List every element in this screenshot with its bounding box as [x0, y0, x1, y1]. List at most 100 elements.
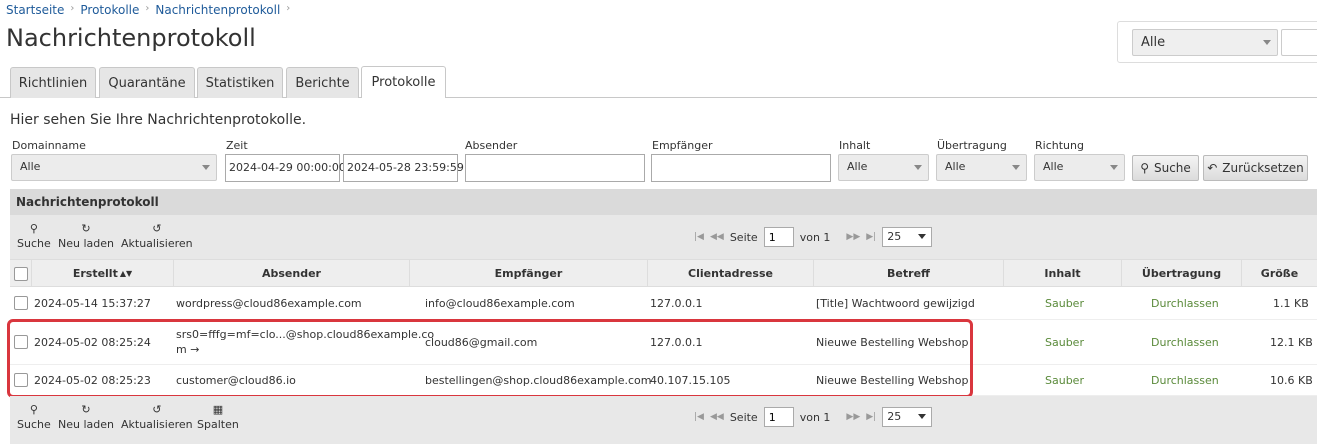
recipient-input[interactable] [651, 154, 831, 182]
col-erstellt[interactable]: Erstellt ▲▼ [32, 260, 174, 287]
col-clientadresse[interactable]: Clientadresse [648, 260, 814, 287]
columns-icon: ▦ [212, 403, 224, 416]
prev-page-icon[interactable]: ◀◀ [710, 232, 724, 242]
time-to-input[interactable]: 2024-05-28 23:59:59 [343, 154, 464, 182]
page-label: Seite [729, 230, 758, 244]
domain-select[interactable]: Alle [11, 154, 217, 181]
last-page-icon[interactable]: ▶| [866, 412, 876, 422]
page-of-label: von 1 [799, 410, 831, 424]
top-input[interactable] [1281, 29, 1317, 56]
first-page-icon[interactable]: |◀ [694, 232, 704, 242]
top-select-value: Alle [1141, 35, 1166, 50]
col-inhalt[interactable]: Inhalt [1004, 260, 1122, 287]
reset-button[interactable]: ↶ Zurücksetzen [1203, 155, 1308, 181]
tab-richtlinien[interactable]: Richtlinien [10, 67, 96, 98]
direction-select[interactable]: Alle [1034, 154, 1125, 181]
cell-sender: wordpress@cloud86example.com [176, 297, 362, 310]
tab-statistiken[interactable]: Statistiken [197, 67, 283, 98]
chevron-right-icon: › [70, 3, 75, 14]
toolbar-search-label: Suche [17, 237, 51, 250]
col-groesse[interactable]: Größe [1242, 260, 1317, 287]
toolbar-reload-label: Neu laden [58, 418, 114, 431]
per-page-select[interactable]: 25 [882, 227, 933, 247]
search-button[interactable]: ⚲ Suche [1132, 155, 1199, 181]
next-page-icon[interactable]: ▶▶ [846, 412, 860, 422]
toolbar-reload-button[interactable]: ↻ Neu laden [58, 221, 114, 250]
toolbar-search-label: Suche [17, 418, 51, 431]
per-page-select[interactable]: 25 [882, 407, 933, 427]
content-label: Inhalt [839, 139, 871, 152]
chevron-down-icon [918, 234, 927, 239]
col-absender[interactable]: Absender [174, 260, 410, 287]
intro-text: Hier sehen Sie Ihre Nachrichtenprotokoll… [10, 112, 307, 128]
pager-bottom: |◀ ◀◀ Seite von 1 ▶▶ ▶| 25 [694, 407, 933, 427]
pager-top: |◀ ◀◀ Seite von 1 ▶▶ ▶| 25 [694, 227, 933, 247]
next-page-icon[interactable]: ▶▶ [846, 232, 860, 242]
cell-size: 12.1 KB [1270, 336, 1313, 349]
content-select[interactable]: Alle [838, 154, 929, 181]
time-label: Zeit [226, 139, 248, 152]
prev-page-icon[interactable]: ◀◀ [710, 412, 724, 422]
transfer-label: Übertragung [937, 139, 1007, 152]
direction-label: Richtung [1035, 139, 1084, 152]
page-label: Seite [729, 410, 758, 424]
chevron-down-icon [1012, 165, 1020, 170]
breadcrumb-nachrichtenprotokoll[interactable]: Nachrichtenprotokoll [155, 3, 280, 17]
search-icon: ⚲ [29, 222, 38, 235]
sender-label: Absender [465, 139, 518, 152]
cell-content: Sauber [1045, 297, 1084, 310]
content-select-value: Alle [847, 160, 868, 173]
transfer-select[interactable]: Alle [936, 154, 1027, 181]
domain-label: Domainname [12, 139, 86, 152]
grid-title: Nachrichtenprotokoll [10, 189, 1317, 215]
col-betreff[interactable]: Betreff [814, 260, 1004, 287]
reload-icon: ↻ [81, 403, 91, 416]
col-erstellt-label: Erstellt [72, 267, 118, 280]
reset-button-label: Zurücksetzen [1222, 161, 1304, 175]
toolbar-search-button[interactable]: ⚲ Suche [17, 402, 51, 431]
cell-created: 2024-05-14 15:37:27 [34, 297, 151, 310]
per-page-value: 25 [887, 230, 902, 243]
page-input[interactable] [763, 227, 794, 247]
recipient-label: Empfänger [652, 139, 713, 152]
chevron-down-icon [202, 165, 210, 170]
refresh-icon: ↺ [152, 403, 162, 416]
sort-icon: ▲▼ [119, 269, 133, 278]
row-checkbox[interactable] [14, 296, 28, 310]
toolbar-refresh-button[interactable]: ↺ Aktualisieren [121, 402, 193, 431]
tab-protokolle[interactable]: Protokolle [361, 66, 446, 98]
tab-berichte[interactable]: Berichte [286, 67, 359, 98]
tab-quarantaene[interactable]: Quarantäne [99, 67, 195, 98]
breadcrumb-startseite[interactable]: Startseite [6, 3, 64, 17]
chevron-down-icon [1263, 40, 1271, 45]
reset-icon: ↶ [1207, 161, 1218, 175]
first-page-icon[interactable]: |◀ [694, 412, 704, 422]
transfer-select-value: Alle [945, 160, 966, 173]
breadcrumb-protokolle[interactable]: Protokolle [80, 3, 139, 17]
table-row[interactable]: 2024-05-14 15:37:27 wordpress@cloud86exa… [10, 288, 1317, 320]
page-title: Nachrichtenprotokoll [6, 24, 256, 52]
top-select[interactable]: Alle [1132, 29, 1278, 56]
per-page-value: 25 [887, 410, 902, 423]
col-empfaenger[interactable]: Empfänger [410, 260, 648, 287]
sender-input[interactable] [465, 154, 645, 182]
breadcrumb: Startseite › Protokolle › Nachrichtenpro… [6, 3, 296, 17]
toolbar-search-button[interactable]: ⚲ Suche [17, 221, 51, 250]
toolbar-reload-label: Neu laden [58, 237, 114, 250]
toolbar-refresh-button[interactable]: ↺ Aktualisieren [121, 221, 193, 250]
cell-content: Sauber [1045, 336, 1084, 349]
toolbar-columns-label: Spalten [197, 418, 239, 431]
last-page-icon[interactable]: ▶| [866, 232, 876, 242]
toolbar-columns-button[interactable]: ▦ Spalten [197, 402, 239, 431]
time-from-input[interactable]: 2024-04-29 00:00:00 [225, 154, 346, 182]
chevron-down-icon [918, 414, 927, 419]
cell-transfer: Durchlassen [1151, 374, 1219, 387]
col-uebertragung[interactable]: Übertragung [1122, 260, 1242, 287]
chevron-down-icon [1110, 165, 1118, 170]
page-input[interactable] [763, 407, 794, 427]
refresh-icon: ↺ [152, 222, 162, 235]
select-all-checkbox[interactable] [13, 266, 28, 281]
grid-toolbar-bottom: ⚲ Suche ↻ Neu laden ↺ Aktualisieren ▦ Spalte… [10, 396, 1317, 444]
toolbar-reload-button[interactable]: ↻ Neu laden [58, 402, 114, 431]
page-of-label: von 1 [799, 230, 831, 244]
